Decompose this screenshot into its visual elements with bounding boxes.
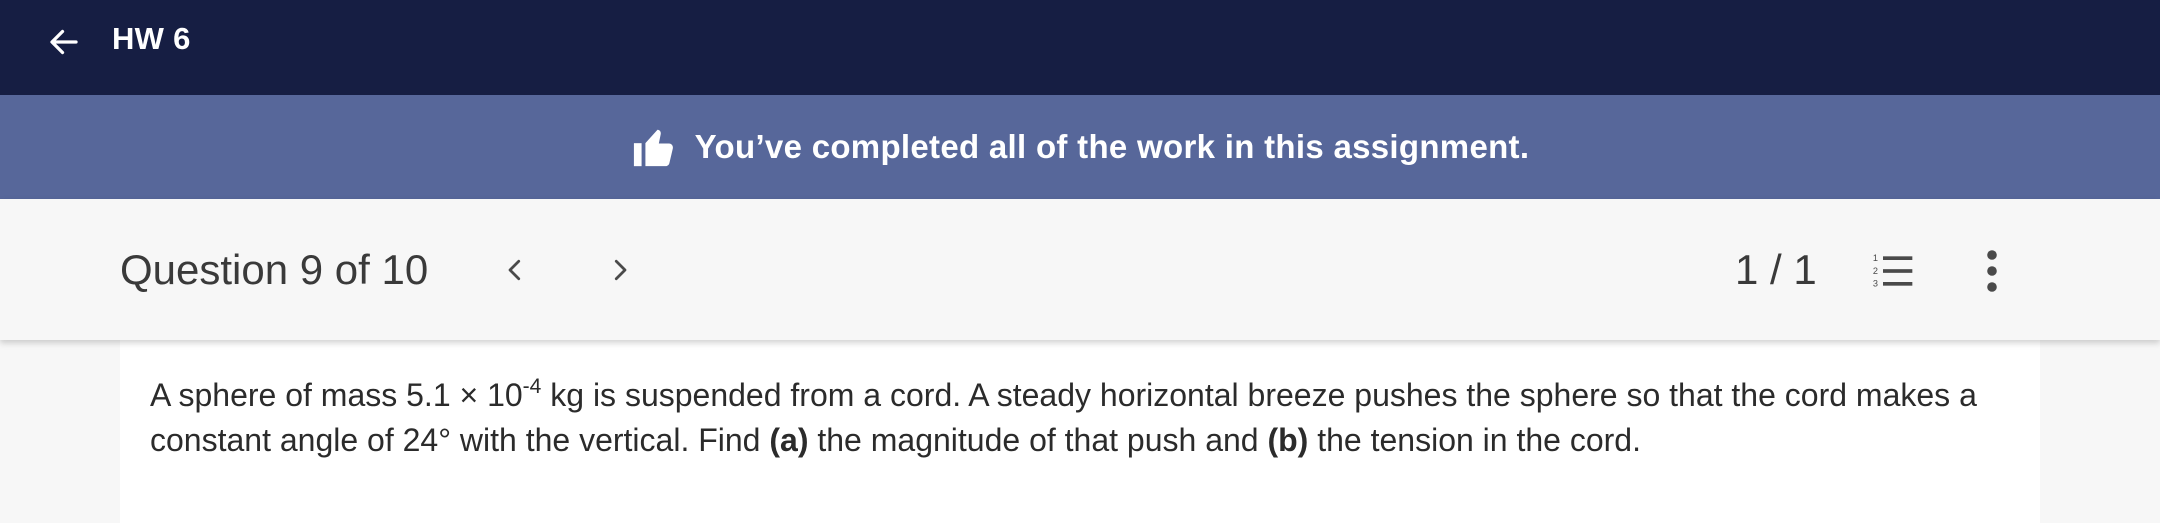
exponent: -4	[522, 375, 542, 398]
svg-text:1: 1	[1873, 253, 1878, 263]
completion-banner: You’ve completed all of the work in this…	[0, 95, 2160, 199]
svg-text:2: 2	[1873, 266, 1878, 276]
arrow-left-icon	[50, 29, 78, 55]
question-text: A sphere of mass 5.1 × 10-4 kg is suspen…	[150, 373, 2030, 463]
part-b-label: (b)	[1267, 422, 1309, 458]
more-options-button[interactable]	[1968, 243, 2016, 299]
more-vertical-icon	[1987, 250, 1997, 292]
question-text-part: A sphere of mass 5.1 × 10	[150, 377, 523, 413]
next-question-button[interactable]	[593, 243, 647, 297]
back-button[interactable]	[40, 18, 88, 66]
completion-message: You’ve completed all of the work in this…	[694, 128, 1530, 165]
thumbs-up-icon	[633, 129, 673, 167]
question-counter: Question 9 of 10	[120, 246, 429, 293]
part-a-label: (a)	[769, 422, 809, 458]
question-score: 1 / 1	[1735, 246, 1817, 293]
assignment-title: HW 6	[112, 21, 191, 56]
question-content: A sphere of mass 5.1 × 10-4 kg is suspen…	[120, 340, 2040, 523]
top-bar: HW 6	[0, 0, 2160, 95]
chevron-left-icon	[508, 259, 521, 281]
question-list-button[interactable]: 1 2 3	[1870, 247, 1918, 295]
question-text-part: the tension in the cord.	[1308, 422, 1641, 458]
previous-question-button[interactable]	[488, 243, 542, 297]
chevron-right-icon	[614, 259, 627, 281]
question-text-part: the magnitude of that push and	[808, 422, 1268, 458]
numbered-list-icon: 1 2 3	[1873, 253, 1913, 289]
question-header: Question 9 of 10 1 / 1 1 2 3	[0, 199, 2160, 340]
svg-text:3: 3	[1873, 279, 1878, 289]
